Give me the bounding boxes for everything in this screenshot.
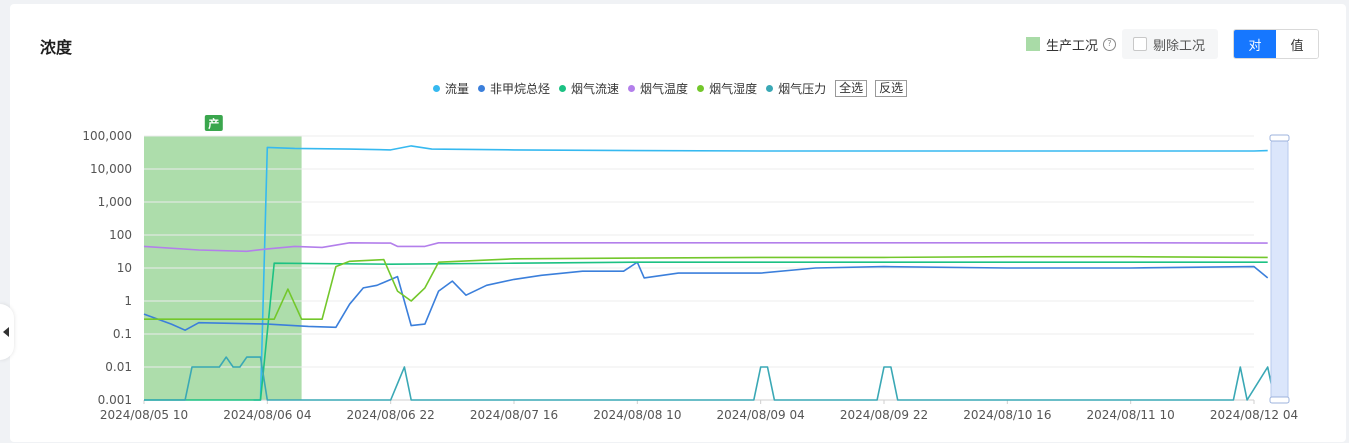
y-tick-label: 0.1 <box>113 327 132 341</box>
x-tick-label: 2024/08/09 22 <box>840 408 928 422</box>
y-tick-label: 0.001 <box>98 393 132 407</box>
production-marker-label: 产 <box>208 117 219 131</box>
series-line <box>144 356 1282 401</box>
zoom-scrollbar[interactable] <box>1270 139 1289 401</box>
y-tick-label: 0.01 <box>105 360 132 374</box>
y-tick-label: 10,000 <box>90 162 132 176</box>
collapse-sidebar-button[interactable] <box>0 304 14 360</box>
x-tick-label: 2024/08/05 10 <box>100 408 188 422</box>
y-tick-label: 10 <box>117 261 132 275</box>
x-tick-label: 2024/08/07 16 <box>470 408 558 422</box>
x-tick-label: 2024/08/09 04 <box>717 408 805 422</box>
series-line <box>144 255 1268 320</box>
zoom-handle-top[interactable] <box>1269 134 1290 142</box>
x-tick-label: 2024/08/06 22 <box>347 408 435 422</box>
y-tick-label: 1 <box>124 294 132 308</box>
caret-left-icon <box>3 327 9 337</box>
x-tick-label: 2024/08/11 10 <box>1087 408 1175 422</box>
concentration-chart: 产100,00010,0001,0001001010.10.010.001202… <box>82 115 1298 422</box>
x-tick-label: 2024/08/08 10 <box>593 408 681 422</box>
x-tick-label: 2024/08/12 04 <box>1210 408 1298 422</box>
zoom-handle-bottom[interactable] <box>1269 396 1290 404</box>
y-tick-label: 1,000 <box>98 195 132 209</box>
y-tick-label: 100 <box>109 228 132 242</box>
x-tick-label: 2024/08/10 16 <box>963 408 1051 422</box>
y-tick-label: 100,000 <box>82 129 132 143</box>
series-line <box>143 242 1268 253</box>
series-line <box>144 261 1268 401</box>
x-tick-label: 2024/08/06 04 <box>223 408 311 422</box>
